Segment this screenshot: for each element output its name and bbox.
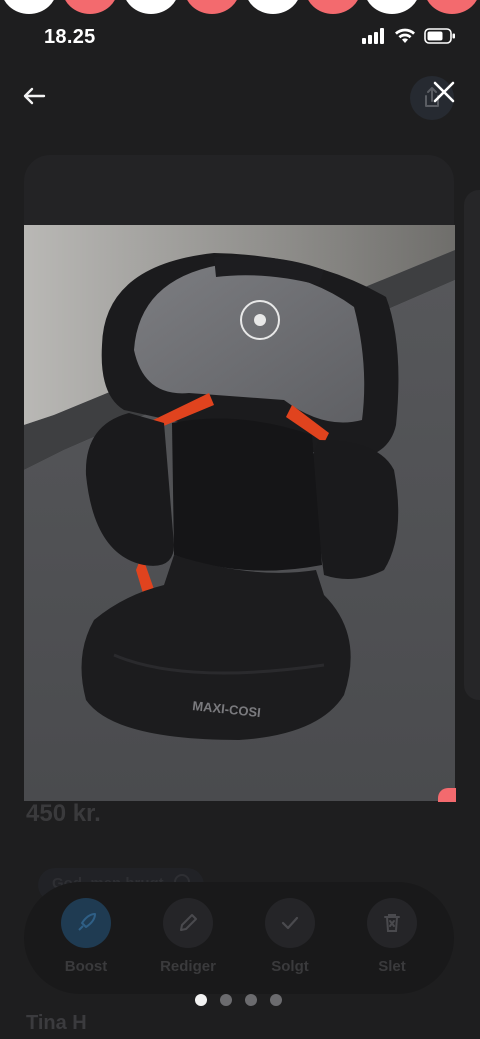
status-time: 18.25 [44, 26, 96, 48]
arrow-left-icon [23, 87, 46, 105]
rocket-icon [61, 898, 111, 948]
next-photo-peek [438, 788, 456, 802]
check-icon [265, 898, 315, 948]
carousel-dot[interactable] [220, 994, 232, 1006]
delete-label: Slet [378, 958, 406, 975]
carousel-pagination [195, 994, 282, 1006]
carousel-dot[interactable] [270, 994, 282, 1006]
trash-icon [367, 898, 417, 948]
delete-button[interactable]: Slet [352, 898, 432, 975]
edit-button[interactable]: Rediger [148, 898, 228, 975]
listing-screen: 18.25 450 kr. Boost Rediger Solgt Slet T… [0, 0, 480, 1039]
sold-label: Solgt [271, 958, 309, 975]
listing-price: 450 kr. [26, 800, 101, 827]
status-icons [362, 28, 456, 44]
next-card-peek [464, 190, 480, 700]
close-button[interactable] [428, 76, 460, 108]
listing-photo[interactable]: MAXI-COSI [24, 225, 455, 801]
status-bar: 18.25 [0, 0, 480, 70]
signal-icon [362, 28, 384, 44]
battery-icon [424, 28, 455, 44]
wifi-icon [395, 28, 415, 43]
seller-name[interactable]: Tina H [26, 1012, 87, 1035]
boost-label: Boost [64, 958, 108, 975]
boost-button[interactable]: Boost [46, 898, 126, 975]
listing-action-bar: Boost Rediger Solgt Slet [24, 882, 454, 994]
sold-button[interactable]: Solgt [250, 898, 330, 975]
pencil-icon [163, 898, 213, 948]
edit-label: Rediger [160, 958, 216, 975]
car-seat-image: MAXI-COSI [24, 225, 455, 801]
close-icon [433, 81, 455, 103]
carousel-dot[interactable] [245, 994, 257, 1006]
back-button[interactable] [18, 80, 50, 112]
carousel-dot[interactable] [195, 994, 207, 1006]
